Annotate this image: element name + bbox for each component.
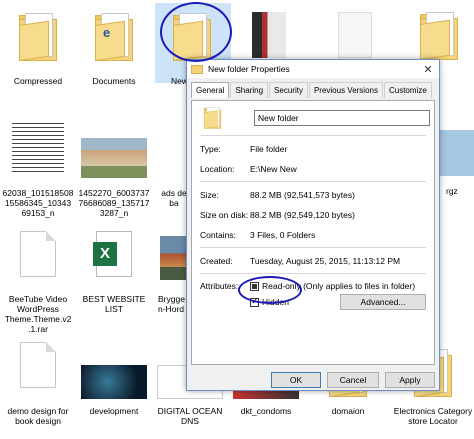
properties-dialog: New folder Properties ✕ General Sharing …	[186, 59, 440, 391]
dialog-title: New folder Properties	[208, 64, 290, 74]
file-label: dkt_condoms	[240, 406, 292, 416]
tab-customize[interactable]: Customize	[383, 82, 432, 98]
image-icon	[81, 365, 147, 399]
apply-button[interactable]: Apply	[385, 372, 435, 388]
type-label: Type:	[200, 144, 221, 154]
size-label: Size:	[200, 190, 219, 200]
size-row: Size: 88.2 MB (92,541,573 bytes)	[200, 190, 426, 200]
file-label: Documents	[92, 76, 136, 86]
file-label: DIGITAL OCEAN DNS	[157, 406, 223, 426]
image-icon	[12, 123, 64, 175]
size-value: 88.2 MB (92,541,573 bytes)	[250, 190, 355, 200]
dialog-titlebar[interactable]: New folder Properties ✕	[187, 60, 439, 78]
file-label: rgz	[446, 186, 458, 196]
type-value: File folder	[250, 144, 288, 154]
advanced-button[interactable]: Advanced...	[340, 294, 426, 310]
word-icon: e	[103, 25, 111, 40]
created-label: Created:	[200, 256, 233, 266]
file-label: domaion	[331, 406, 365, 416]
folder-name-input[interactable]: New folder	[254, 110, 430, 126]
size-on-disk-row: Size on disk: 88.2 MB (92,549,120 bytes)	[200, 210, 426, 220]
file-label: BeeTube Video WordPress Theme.Theme.v2 .…	[4, 294, 72, 334]
folder-icon	[204, 107, 222, 129]
close-icon[interactable]: ✕	[417, 63, 439, 76]
contains-value: 3 Files, 0 Folders	[250, 230, 316, 240]
image-icon	[81, 138, 147, 178]
file-label: Electronics Category store Locator	[393, 406, 473, 426]
file-label: development	[89, 406, 139, 416]
image-thumbnail[interactable]	[252, 12, 286, 58]
general-panel: New folder Type: File folder Location: E…	[191, 100, 435, 365]
created-row: Created: Tuesday, August 25, 2015, 11:13…	[200, 256, 426, 266]
type-row: Type: File folder	[200, 144, 426, 154]
annotation-circle-new-folder	[160, 2, 232, 62]
file-label: 1452270_6003737 76686089_135717 3287_n	[78, 188, 150, 218]
tab-bar: General Sharing Security Previous Versio…	[191, 82, 435, 98]
tab-security[interactable]: Security	[269, 82, 308, 98]
folder-icon[interactable]	[420, 12, 458, 60]
location-row: Location: E:\New New	[200, 164, 426, 174]
divider	[200, 181, 426, 182]
file-label: Compressed	[13, 76, 63, 86]
contains-row: Contains: 3 Files, 0 Folders	[200, 230, 426, 240]
size-on-disk-value: 88.2 MB (92,549,120 bytes)	[250, 210, 355, 220]
image-thumbnail[interactable]	[338, 12, 372, 58]
divider	[200, 273, 426, 274]
file-label: demo design for book design	[7, 406, 69, 426]
tab-previous-versions[interactable]: Previous Versions	[308, 82, 383, 98]
document-icon	[20, 231, 56, 277]
folder-icon	[19, 13, 57, 61]
document-icon	[20, 342, 56, 388]
file-label: Brygge n-Hord	[158, 294, 185, 314]
location-label: Location:	[200, 164, 235, 174]
divider	[200, 135, 426, 136]
file-label: ads de ba	[161, 188, 187, 208]
tab-general[interactable]: General	[191, 82, 230, 98]
location-value: E:\New New	[250, 164, 297, 174]
annotation-circle-hidden	[238, 276, 302, 304]
folder-icon	[191, 64, 203, 74]
excel-icon: X	[93, 231, 132, 277]
contains-label: Contains:	[200, 230, 236, 240]
size-on-disk-label: Size on disk:	[200, 210, 249, 220]
tab-sharing[interactable]: Sharing	[230, 82, 269, 98]
folder-icon: e	[95, 13, 133, 61]
ok-button[interactable]: OK	[271, 372, 321, 388]
attributes-row: Attributes: Read-only (Only applies to f…	[200, 281, 426, 292]
cancel-button[interactable]: Cancel	[327, 372, 379, 388]
created-value: Tuesday, August 25, 2015, 11:13:12 PM	[250, 256, 401, 266]
file-label: 62038_101518508 15586345_10343 69153_n	[2, 188, 74, 218]
file-label: BEST WEBSITE LIST	[82, 294, 146, 314]
image-icon	[160, 236, 188, 280]
divider	[200, 247, 426, 248]
